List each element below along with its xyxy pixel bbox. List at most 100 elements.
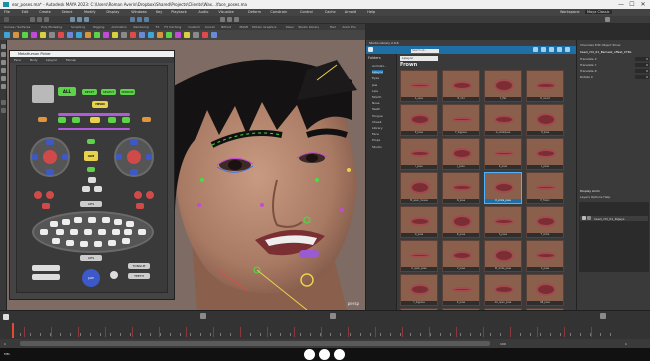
keyframe-marker[interactable]: [348, 327, 349, 337]
mouth-m-2-button[interactable]: [70, 229, 78, 235]
mouth-corner-left-button[interactable]: [40, 229, 48, 235]
workspace-select[interactable]: Maya Classic: [585, 10, 612, 14]
left-eye-down-button[interactable]: [46, 169, 54, 175]
current-time-indicator[interactable]: [12, 323, 14, 338]
shelf-tool-icon[interactable]: [103, 32, 109, 38]
menu-playback[interactable]: Playback: [171, 10, 187, 14]
channel-translate-z-field[interactable]: 0: [635, 69, 649, 73]
aim-down-button[interactable]: [87, 167, 95, 172]
brow-right-outer-button[interactable]: [142, 117, 151, 122]
pose-thumbnail[interactable]: E_pose: [400, 104, 438, 136]
shelf-tab[interactable]: Anim Pro: [342, 25, 355, 29]
mouth-ul-5-button[interactable]: [102, 217, 110, 223]
pose-thumbnail[interactable]: M_open_mouse: [400, 172, 438, 204]
keyframe-marker[interactable]: [159, 327, 160, 337]
head-button[interactable]: HEAD: [92, 101, 108, 108]
range-start-field[interactable]: 1: [4, 342, 6, 346]
mouth-ll-5-button[interactable]: [108, 240, 116, 246]
pose-thumbnail[interactable]: B_mid: [442, 70, 480, 102]
channel-rotate-x-field[interactable]: 0: [635, 75, 649, 79]
pose-thumbnail[interactable]: K_pose: [484, 138, 522, 170]
paint-select-icon[interactable]: [1, 60, 6, 65]
shelf-tab[interactable]: Studio Library: [298, 25, 319, 29]
menu-edit[interactable]: Edit: [22, 10, 29, 14]
menu-display[interactable]: Display: [106, 10, 119, 14]
left-eye-right-button[interactable]: [62, 154, 68, 160]
new-item-icon[interactable]: [368, 47, 373, 52]
right-eye-right-button[interactable]: [146, 154, 152, 160]
right-eye-center-button[interactable]: [127, 150, 141, 164]
cheek-right-button[interactable]: [134, 191, 142, 199]
keyframe-marker[interactable]: [537, 327, 538, 337]
mouth-ul-4-button[interactable]: [88, 217, 96, 223]
pose-thumbnail[interactable]: R_pose: [442, 206, 480, 238]
shelf-tab[interactable]: Rendering: [134, 25, 149, 29]
range-slider[interactable]: [20, 341, 490, 346]
teeth-button[interactable]: TEETH: [128, 273, 150, 279]
shelf-tool-icon[interactable]: [175, 32, 181, 38]
mouth-m-6-button[interactable]: [124, 229, 132, 235]
keyframe-marker[interactable]: [51, 327, 52, 337]
shelf-tool-icon[interactable]: [22, 32, 28, 38]
menu-modify[interactable]: Modify: [84, 10, 96, 14]
shelf-tool-icon[interactable]: [166, 32, 172, 38]
cheek-left-low-button[interactable]: [42, 203, 50, 209]
menu-key[interactable]: Key: [156, 10, 162, 14]
lasso-tool-icon[interactable]: [1, 52, 6, 57]
shelf-tool-icon[interactable]: [148, 32, 154, 38]
sign-in-icon[interactable]: [605, 17, 610, 22]
current-frame-field[interactable]: 1: [625, 342, 627, 346]
select-button[interactable]: SELECT: [101, 89, 116, 95]
lid-bar-control[interactable]: [58, 128, 130, 130]
keyframe-marker[interactable]: [186, 327, 187, 337]
folder-item[interactable]: Teeth: [372, 107, 380, 111]
shelf-tool-icon[interactable]: [4, 32, 10, 38]
keyframe-marker[interactable]: [402, 327, 403, 337]
pose-thumbnail[interactable]: AA_open_pose: [484, 274, 522, 306]
range-end-field[interactable]: 100: [500, 342, 506, 346]
shelf-tool-icon[interactable]: [85, 32, 91, 38]
ipr-render-icon[interactable]: [227, 17, 232, 22]
shelf-tool-icon[interactable]: [58, 32, 64, 38]
pose-thumbnail[interactable]: G_smallpose: [484, 104, 522, 136]
shelf-tool-icon[interactable]: [94, 32, 100, 38]
pose-thumbnail[interactable]: AB_pose: [526, 274, 564, 306]
folder-item[interactable]: Library: [372, 126, 383, 130]
mouth-ll-1-button[interactable]: [52, 238, 60, 244]
mouth-ul-1-button[interactable]: [50, 221, 58, 227]
shelf-tool-icon[interactable]: [49, 32, 55, 38]
library-search-input[interactable]: Search all...: [411, 49, 439, 53]
right-eye-left-button[interactable]: [116, 154, 122, 160]
select-hierarchy-icon[interactable]: [70, 17, 75, 22]
channel-translate-y-field[interactable]: 0: [635, 63, 649, 67]
mouth-ll-3-button[interactable]: [80, 241, 88, 247]
shelf-tool-icon[interactable]: [31, 32, 37, 38]
menu-windows[interactable]: Windows: [131, 10, 147, 14]
shelf-tool-icon[interactable]: [76, 32, 82, 38]
mouth-ul-3-button[interactable]: [74, 217, 82, 223]
teeth-upper-button[interactable]: [32, 265, 60, 271]
menu-deform[interactable]: Deform: [248, 10, 261, 14]
sort-icon[interactable]: [541, 47, 546, 52]
shelf-tool-icon[interactable]: [157, 32, 163, 38]
keyframe-marker[interactable]: [429, 327, 430, 337]
pose-thumbnail[interactable]: W_smile_pose: [484, 240, 522, 272]
folder-item[interactable]: Cheek: [372, 120, 381, 124]
maximize-button[interactable]: ☐: [627, 1, 637, 8]
brow-right-inner-button[interactable]: [122, 117, 130, 123]
layer-editor-menu[interactable]: Layers Options Help: [580, 195, 610, 199]
shelf-tool-icon[interactable]: [139, 32, 145, 38]
shelf-tab[interactable]: Animation: [111, 25, 126, 29]
brow-bar-control[interactable]: [58, 113, 130, 116]
folder-item[interactable]: Face: [372, 132, 379, 136]
scale-tool-icon[interactable]: [1, 84, 6, 89]
nose-right-button[interactable]: [94, 186, 102, 192]
layer-visibility-icon[interactable]: [582, 216, 586, 220]
rotate-tool-icon[interactable]: [1, 76, 6, 81]
snap-point-icon[interactable]: [144, 17, 149, 22]
folder-item[interactable]: Props: [372, 138, 380, 142]
upper-lip-button[interactable]: LIPS: [80, 201, 102, 207]
minimize-button[interactable]: —: [616, 1, 626, 8]
shelf-tab[interactable]: FX: [156, 25, 160, 29]
keyframe-marker[interactable]: [105, 327, 106, 337]
